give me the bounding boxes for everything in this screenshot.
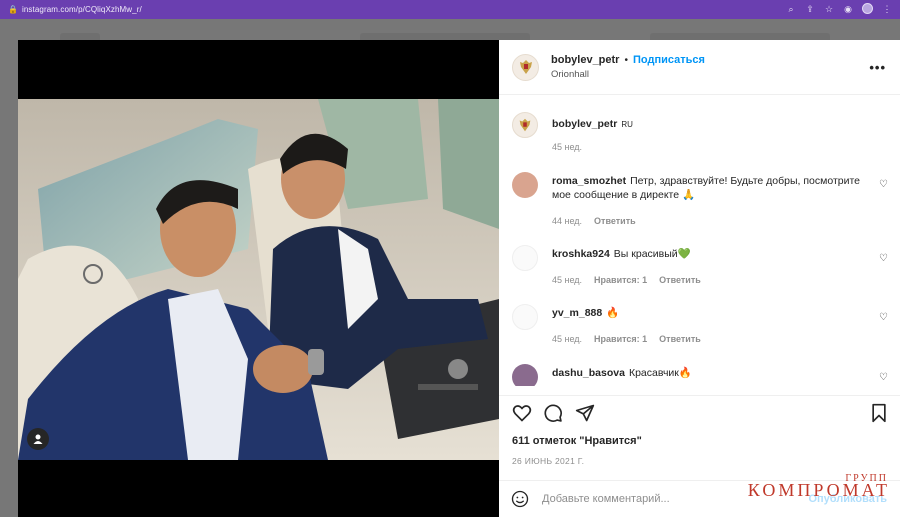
caption-username[interactable]: bobylev_petr xyxy=(552,118,617,130)
lock-icon: 🔒 xyxy=(8,4,18,14)
like-comment-icon[interactable]: ♡ xyxy=(879,254,889,264)
watermark-big: КОМПРОМАТ xyxy=(747,480,890,500)
caption-body: bobylev_petr RU xyxy=(552,117,872,132)
comment-text: 🔥 xyxy=(606,307,620,319)
like-comment-icon[interactable]: ♡ xyxy=(879,313,889,323)
reply-button[interactable]: Ответить xyxy=(659,275,701,285)
more-options-icon[interactable]: ••• xyxy=(869,60,886,75)
coat-of-arms-icon xyxy=(519,118,531,132)
caption-text: RU xyxy=(621,120,633,129)
comments-list: bobylev_petr RU 45 нед. roma_smozhet Петр,… xyxy=(499,96,900,386)
comment-username[interactable]: roma_smozhet xyxy=(552,175,626,187)
browser-toolbar: 🔒 instagram.com/p/CQliqXzhMw_r/ ⌕ ⇪ ☆ ◉ … xyxy=(0,0,900,19)
menu-icon[interactable]: ⋮ xyxy=(882,4,892,14)
person-icon xyxy=(33,434,43,444)
caption-meta: 45 нед. xyxy=(552,142,582,152)
save-bookmark-icon[interactable] xyxy=(869,403,889,423)
emoji-icon[interactable] xyxy=(511,490,529,508)
header-text: bobylev_petr • Подписаться Orionhall xyxy=(551,54,705,80)
comment-text: Вы красивый💚 xyxy=(613,248,691,260)
caption-avatar[interactable] xyxy=(512,112,538,138)
post-photo[interactable] xyxy=(18,99,499,460)
comment-item: roma_smozhet Петр, здравствуйте! Будьте д… xyxy=(512,172,892,228)
follow-button[interactable]: Подписаться xyxy=(633,54,705,66)
zoom-icon[interactable]: ⌕ xyxy=(786,4,796,14)
reply-button[interactable]: Ответить xyxy=(594,216,636,226)
comment-username[interactable]: dashu_basova xyxy=(552,367,625,379)
comment-icon[interactable] xyxy=(543,403,563,423)
caption-row: bobylev_petr RU 45 нед. xyxy=(512,112,892,162)
commenter-avatar[interactable] xyxy=(512,172,538,198)
comment-likes[interactable]: Нравится: 1 xyxy=(594,275,647,285)
commenter-avatar[interactable] xyxy=(512,245,538,271)
comment-meta: 45 нед. Нравится: 1 Ответить xyxy=(552,334,701,344)
photo-illustration xyxy=(18,99,499,460)
author-avatar[interactable] xyxy=(512,53,539,81)
reply-button[interactable]: Ответить xyxy=(659,334,701,344)
extension-icon[interactable]: ◉ xyxy=(843,4,853,14)
comment-item: dashu_basova Красавчик🔥 ♡ xyxy=(512,364,892,386)
commenter-avatar[interactable] xyxy=(512,304,538,330)
share-icon[interactable]: ⇪ xyxy=(805,4,815,14)
caption-time: 45 нед. xyxy=(552,142,583,152)
comment-body: dashu_basova Красавчик🔥 xyxy=(552,366,872,380)
comment-time: 45 нед. xyxy=(552,334,583,344)
separator-dot: • xyxy=(624,54,628,66)
commenter-avatar[interactable] xyxy=(512,364,538,386)
comment-likes[interactable]: Нравится: 1 xyxy=(594,334,647,344)
comment-body: yv_m_888 🔥 xyxy=(552,306,872,320)
comment-username[interactable]: yv_m_888 xyxy=(552,307,602,319)
comment-time: 44 нед. xyxy=(552,216,583,226)
comment-time: 45 нед. xyxy=(552,275,583,285)
browser-tools: ⌕ ⇪ ☆ ◉ ⋮ xyxy=(786,3,892,14)
post-date: 26 ИЮНЬ 2021 Г. xyxy=(512,456,585,466)
likes-count[interactable]: 611 отметок "Нравится" xyxy=(512,435,642,447)
comment-item: kroshka924 Вы красивый💚 45 нед. Нравится:… xyxy=(512,245,892,285)
like-comment-icon[interactable]: ♡ xyxy=(879,180,889,190)
profile-avatar[interactable] xyxy=(862,3,873,14)
like-heart-icon[interactable] xyxy=(512,403,532,423)
coat-of-arms-icon xyxy=(519,60,532,74)
share-direct-icon[interactable] xyxy=(575,403,595,423)
comment-meta: 45 нед. Нравится: 1 Ответить xyxy=(552,275,701,285)
comment-item: yv_m_888 🔥 45 нед. Нравится: 1 Ответить ♡ xyxy=(512,304,892,344)
comment-username[interactable]: kroshka924 xyxy=(552,248,610,260)
author-username[interactable]: bobylev_petr xyxy=(551,54,619,66)
like-comment-icon[interactable]: ♡ xyxy=(879,373,889,383)
bookmark-star-icon[interactable]: ☆ xyxy=(824,4,834,14)
user-tag-icon[interactable] xyxy=(27,428,49,450)
action-bar xyxy=(499,395,900,425)
post-side-panel: bobylev_petr • Подписаться Orionhall •••… xyxy=(499,40,900,517)
comment-meta: 44 нед. Ответить xyxy=(552,216,636,226)
address-bar[interactable]: instagram.com/p/CQliqXzhMw_r/ xyxy=(22,5,142,14)
watermark: ГРУПП КОМПРОМАТ xyxy=(740,473,890,503)
comment-body: roma_smozhet Петр, здравствуйте! Будьте д… xyxy=(552,174,872,202)
comment-body: kroshka924 Вы красивый💚 xyxy=(552,247,872,261)
post-header: bobylev_petr • Подписаться Orionhall ••• xyxy=(499,40,900,95)
post-media-pane xyxy=(18,40,499,517)
post-location[interactable]: Orionhall xyxy=(551,69,705,80)
comment-text: Красавчик🔥 xyxy=(628,367,692,379)
